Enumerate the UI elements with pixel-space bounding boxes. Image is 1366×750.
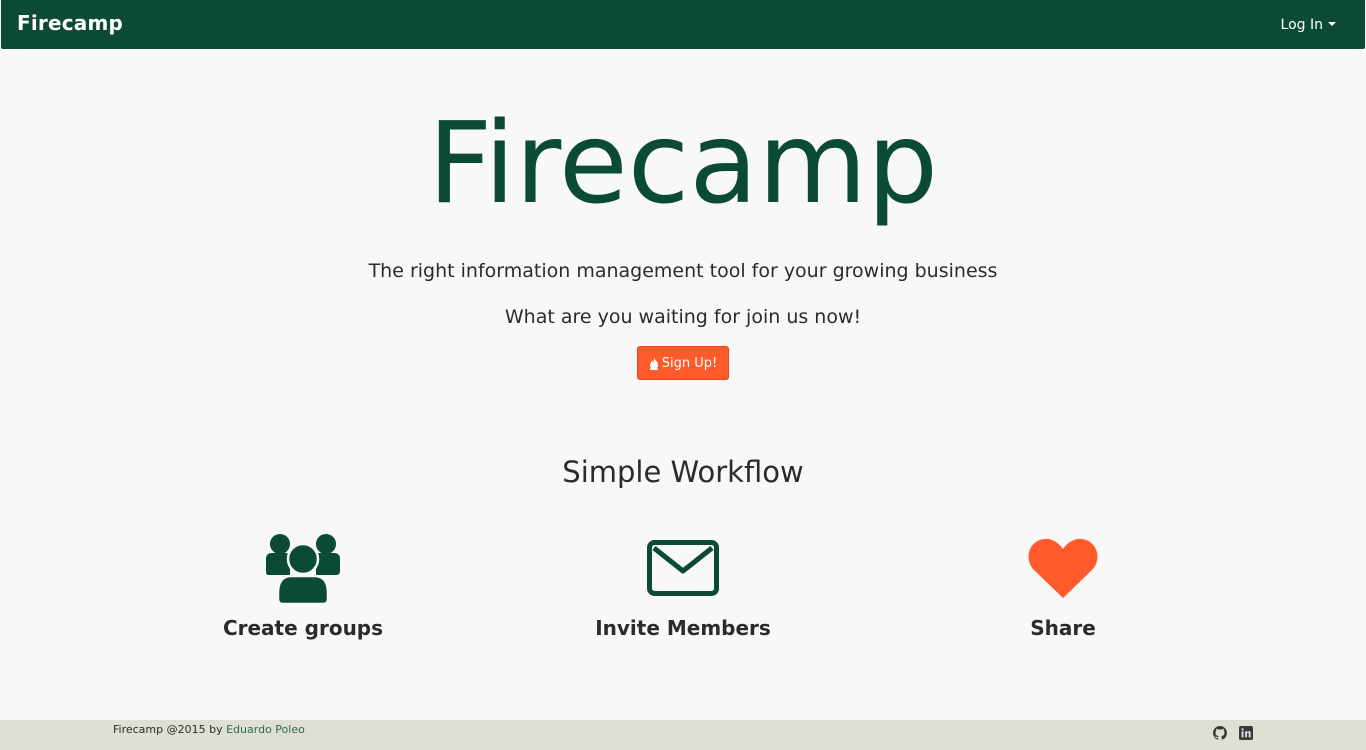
footer: Firecamp @2015 by Eduardo Poleo bbox=[0, 720, 1366, 750]
heart-icon bbox=[1028, 538, 1098, 598]
feature-label: Invite Members bbox=[595, 616, 771, 640]
hero-tagline: The right information management tool fo… bbox=[368, 260, 998, 282]
footer-text: Firecamp @2015 by Eduardo Poleo bbox=[113, 723, 305, 736]
feature-share: Share bbox=[913, 530, 1213, 640]
caret-down-icon bbox=[1328, 22, 1336, 26]
signup-button[interactable]: Sign Up! bbox=[637, 346, 729, 380]
feature-label: Share bbox=[1030, 616, 1096, 640]
author-link[interactable]: Eduardo Poleo bbox=[226, 723, 305, 736]
users-icon bbox=[266, 534, 340, 605]
login-dropdown[interactable]: Log In bbox=[1281, 17, 1336, 33]
feature-create-groups: Create groups bbox=[153, 530, 453, 640]
footer-copyright: Firecamp @2015 by bbox=[113, 723, 223, 736]
brand-link[interactable]: Firecamp bbox=[17, 11, 123, 35]
feature-invite-members: Invite Members bbox=[533, 530, 833, 640]
hero-title: Firecamp bbox=[427, 99, 939, 229]
login-label: Log In bbox=[1280, 17, 1323, 33]
signup-label: Sign Up! bbox=[661, 355, 718, 371]
envelope-icon bbox=[647, 540, 719, 596]
linkedin-icon[interactable] bbox=[1239, 725, 1253, 744]
hero-subtagline: What are you waiting for join us now! bbox=[504, 306, 862, 328]
footer-social bbox=[1213, 725, 1253, 744]
workflow-title: Simple Workflow bbox=[562, 455, 804, 489]
github-icon[interactable] bbox=[1213, 725, 1228, 744]
fire-icon bbox=[649, 356, 658, 370]
top-navbar: Firecamp Log In bbox=[1, 0, 1365, 49]
feature-label: Create groups bbox=[222, 616, 384, 640]
